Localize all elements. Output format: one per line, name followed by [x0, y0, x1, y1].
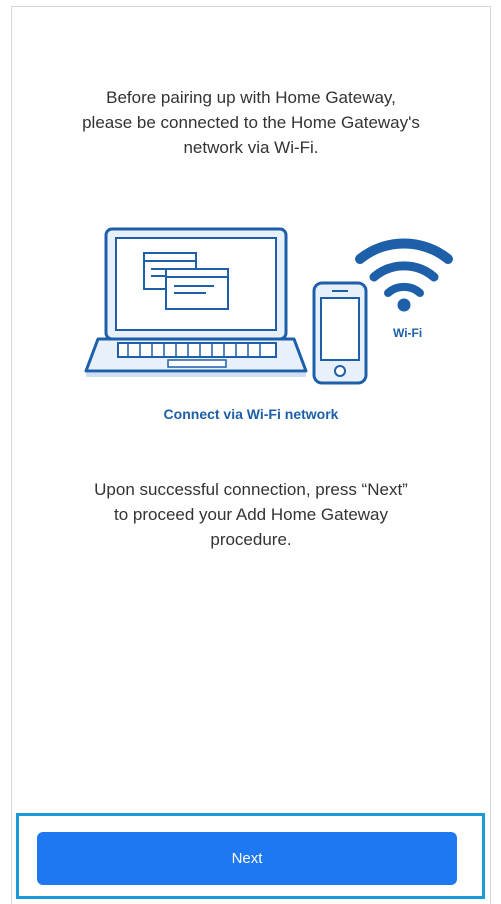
wifi-label: Wi-Fi [393, 326, 422, 340]
illustration-caption: Connect via Wi-Fi network [163, 406, 339, 422]
intro-line-2: please be connected to the Home Gateway'… [82, 113, 420, 132]
wifi-connection-illustration: Wi-Fi [84, 227, 453, 385]
intro-text: Before pairing up with Home Gateway, ple… [12, 85, 490, 160]
outro-line-2: to proceed your Add Home Gateway [113, 505, 389, 524]
laptop-icon [84, 227, 308, 377]
next-button[interactable]: Next [37, 832, 457, 885]
intro-line-3: network via Wi-Fi. [183, 138, 319, 157]
outro-line-3: procedure. [210, 530, 292, 549]
phone-icon [312, 281, 368, 385]
screen-frame: Before pairing up with Home Gateway, ple… [11, 6, 491, 904]
intro-line-1: Before pairing up with Home Gateway, [106, 88, 396, 107]
outro-line-1: Upon successful connection, press “Next” [94, 480, 408, 499]
wifi-icon [355, 238, 453, 312]
outro-text: Upon successful connection, press “Next”… [12, 477, 490, 552]
next-button-highlight: Next [16, 813, 485, 899]
